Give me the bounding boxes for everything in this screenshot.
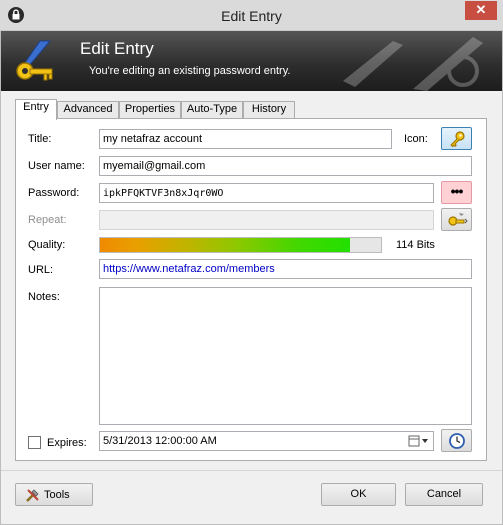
quality-bar [99,237,382,253]
icon-label: Icon: [404,133,428,145]
window-title: Edit Entry [221,8,282,24]
calendar-dropdown-icon[interactable] [408,435,430,450]
standard-expiry-button[interactable] [441,429,472,452]
icon-picker-button[interactable] [441,127,472,150]
expires-label: Expires: [47,437,87,449]
username-field[interactable]: myemail@gmail.com [99,156,472,176]
url-label: URL: [28,264,54,276]
quality-label: Quality: [28,239,66,251]
header-banner: Edit Entry You're editing an existing pa… [0,31,503,91]
quality-bits: 114 Bits [396,239,435,251]
expiry-date-field[interactable]: 5/31/2013 12:00:00 AM [99,431,434,451]
generate-password-button[interactable] [441,208,472,231]
clock-icon [448,433,465,449]
quality-bar-fill [100,238,351,252]
ok-button[interactable]: OK [321,483,396,506]
footer-separator [0,470,503,471]
window-titlebar: Edit Entry ✕ [0,0,503,31]
password-field[interactable]: ipkPFQKTVF3n8xJqr0WO [99,183,434,203]
title-label: Title: [28,133,52,145]
notes-label: Notes: [28,291,60,303]
repeat-label: Repeat: [28,214,67,226]
banner-subtitle: You're editing an existing password entr… [89,65,291,77]
tools-icon [25,487,41,506]
url-field[interactable]: https://www.netafraz.com/members [99,259,472,279]
title-field[interactable]: my netafraz account [99,129,392,149]
password-label: Password: [28,187,80,199]
tools-label: Tools [44,489,70,501]
tab-advanced[interactable]: Advanced [57,101,119,118]
expires-checkbox[interactable] [28,436,41,449]
key-icon [449,131,465,148]
tab-history[interactable]: History [243,101,295,118]
repeat-password-field[interactable] [99,210,434,230]
key-pen-icon [16,40,53,81]
reveal-password-button[interactable]: ••• [441,181,472,204]
key-generator-icon [447,213,468,226]
expiry-date-value: 5/31/2013 12:00:00 AM [103,435,217,447]
tab-auto-type[interactable]: Auto-Type [181,101,243,118]
username-label: User name: [28,160,85,172]
tools-button[interactable]: Tools [15,483,93,506]
tab-properties[interactable]: Properties [119,101,181,118]
close-button[interactable]: ✕ [465,1,497,20]
tab-entry[interactable]: Entry [15,99,57,120]
cancel-button[interactable]: Cancel [405,483,483,506]
banner-title: Edit Entry [80,39,154,58]
dots-icon: ••• [450,183,464,199]
banner-background-art [343,37,483,91]
notes-textarea[interactable] [99,287,472,425]
